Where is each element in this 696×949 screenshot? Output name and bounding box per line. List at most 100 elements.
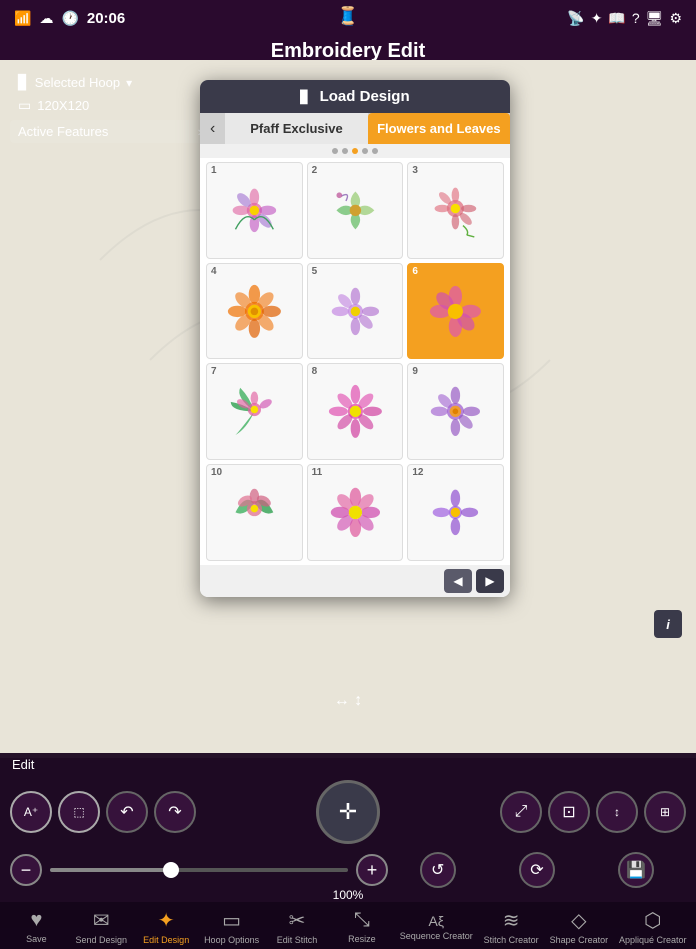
zoom-slider[interactable] xyxy=(50,868,348,872)
save-position-btn[interactable]: 💾 xyxy=(618,852,654,888)
nav-applique-creator[interactable]: ⬡ Appliqué Creator xyxy=(619,908,687,945)
undo-btn[interactable]: ↶ xyxy=(106,791,148,833)
nav-edit-stitch-label: Edit Stitch xyxy=(277,935,318,945)
status-left: 📶 ☁ 🕐 20:06 xyxy=(14,10,125,27)
design-cell-11[interactable]: 11 xyxy=(307,464,404,561)
nav-stitch-creator[interactable]: ≋ Stitch Creator xyxy=(484,908,539,945)
select-btn[interactable]: ⬚ xyxy=(58,791,100,833)
cell-number-12: 12 xyxy=(412,467,423,478)
modal-prev-page[interactable]: ◀ xyxy=(444,569,472,593)
tab-flowers-leaves[interactable]: Flowers and Leaves xyxy=(368,113,510,144)
flower-11-svg xyxy=(327,484,384,541)
flower-4-svg xyxy=(226,283,283,340)
cloud-icon: ☁ xyxy=(39,10,53,27)
nav-save[interactable]: ♥ Save xyxy=(9,909,63,944)
save-pos-icon: 💾 xyxy=(626,860,646,880)
flip-h-icon: ↺ xyxy=(431,860,444,880)
rotate-btn[interactable]: ↕ xyxy=(596,791,638,833)
toolbar-section-right: ⤢ ⊡ ↕ ⊞ xyxy=(500,791,686,833)
cell-number-10: 10 xyxy=(211,467,222,478)
nav-save-label: Save xyxy=(26,934,47,944)
modal-nav: ◀ ▶ xyxy=(200,565,510,597)
design-cell-2[interactable]: 2 xyxy=(307,162,404,259)
prev-tab-arrow[interactable]: ‹ xyxy=(200,113,225,144)
zoom-in-btn[interactable]: + xyxy=(356,854,388,886)
flower-5-svg xyxy=(327,283,384,340)
design-grid: 1 2 xyxy=(200,158,510,565)
design-cell-8[interactable]: 8 xyxy=(307,363,404,460)
nav-shape-creator[interactable]: ◇ Shape Creator xyxy=(550,908,609,945)
nav-send-label: Send Design xyxy=(76,935,128,945)
nav-hoop-options[interactable]: ▭ Hoop Options xyxy=(204,908,259,945)
load-design-modal: ▊ Load Design ‹ Pfaff Exclusive Flowers … xyxy=(200,80,510,597)
design-cell-9[interactable]: 9 xyxy=(407,363,504,460)
design-cell-4[interactable]: 4 xyxy=(206,263,303,360)
flower-3-svg xyxy=(427,182,484,239)
bars-icon: ▊ xyxy=(18,74,29,91)
nav-edit-label: Edit Design xyxy=(143,935,189,945)
active-features-row[interactable]: Active Features › xyxy=(10,120,210,143)
joystick-icon: ✛ xyxy=(339,799,357,825)
selected-hoop-row[interactable]: ▊ Selected Hoop ▾ xyxy=(10,70,210,95)
select-icon: ⬚ xyxy=(73,805,84,819)
selected-hoop-label: Selected Hoop xyxy=(35,75,120,90)
grid-btn[interactable]: ⊞ xyxy=(644,791,686,833)
design-cell-12[interactable]: 12 xyxy=(407,464,504,561)
nav-send-design[interactable]: ✉ Send Design xyxy=(74,908,128,945)
edit-label: Edit xyxy=(0,753,696,776)
zoom-out-icon: − xyxy=(21,860,32,881)
sewing-icon: 🧵 xyxy=(337,6,359,26)
cell-number-3: 3 xyxy=(412,165,418,176)
resize-icon: ⤡ xyxy=(354,909,370,932)
status-right: 📡 ✦ 📖 ? 🖥 ⚙ xyxy=(567,10,682,27)
cell-number-6: 6 xyxy=(412,266,418,277)
nav-sequence-creator[interactable]: Aξ Sequence Creator xyxy=(400,913,473,941)
undo-icon: ↶ xyxy=(120,802,133,822)
bluetooth-icon: ✦ xyxy=(591,10,603,27)
flip-v-icon: ⟳ xyxy=(530,860,543,880)
flip-v-btn[interactable]: ⟳ xyxy=(519,852,555,888)
tab-pfaff-exclusive[interactable]: Pfaff Exclusive xyxy=(225,113,367,144)
flower-7-svg xyxy=(226,383,283,440)
design-cell-5[interactable]: 5 xyxy=(307,263,404,360)
move-arrows-bar: ↔ ↕ xyxy=(334,692,362,710)
screen-icon: 🖥 xyxy=(646,10,664,27)
design-cell-7[interactable]: 7 xyxy=(206,363,303,460)
cell-number-5: 5 xyxy=(312,266,318,277)
select-all-btn[interactable]: A⁺ xyxy=(10,791,52,833)
bottom-nav: ♥ Save ✉ Send Design ✦ Edit Design ▭ Hoo… xyxy=(0,902,696,949)
redo-btn[interactable]: ↷ xyxy=(154,791,196,833)
active-features-label: Active Features xyxy=(18,124,108,139)
info-button[interactable]: i xyxy=(654,610,682,638)
flower-12-svg xyxy=(427,484,484,541)
hoop-size: 120X120 xyxy=(37,98,89,113)
joystick-btn[interactable]: ✛ xyxy=(316,780,380,844)
modal-title: Load Design xyxy=(320,88,410,105)
move-btn[interactable]: ⤢ xyxy=(500,791,542,833)
edit-stitch-icon: ✂ xyxy=(289,908,306,933)
modal-tabs: ‹ Pfaff Exclusive Flowers and Leaves xyxy=(200,113,510,144)
nav-edit-stitch[interactable]: ✂ Edit Stitch xyxy=(270,908,324,945)
design-cell-6[interactable]: 6 xyxy=(407,263,504,360)
flip-h-btn[interactable]: ↺ xyxy=(420,852,456,888)
nav-sequence-label: Sequence Creator xyxy=(400,931,473,941)
modal-header: ▊ Load Design xyxy=(200,80,510,113)
design-cell-1[interactable]: 1 xyxy=(206,162,303,259)
design-cell-10[interactable]: 10 xyxy=(206,464,303,561)
shape-creator-icon: ◇ xyxy=(571,908,586,933)
rotate-icon: ↕ xyxy=(614,805,620,819)
nav-shape-label: Shape Creator xyxy=(550,935,609,945)
cell-number-4: 4 xyxy=(211,266,217,277)
nav-resize[interactable]: ⤡ Resize xyxy=(335,909,389,944)
toolbar-section-left: A⁺ ⬚ ↶ ↷ xyxy=(10,791,196,833)
tab-dots xyxy=(200,144,510,158)
design-cell-3[interactable]: 3 xyxy=(407,162,504,259)
modal-next-page[interactable]: ▶ xyxy=(476,569,504,593)
zoom-handle xyxy=(163,862,179,878)
status-bar: 📶 ☁ 🕐 20:06 🧵 📡 ✦ 📖 ? 🖥 ⚙ xyxy=(0,0,696,36)
zoom-out-btn[interactable]: − xyxy=(10,854,42,886)
crop-btn[interactable]: ⊡ xyxy=(548,791,590,833)
tab-dot-4 xyxy=(362,148,368,154)
nav-edit-design[interactable]: ✦ Edit Design xyxy=(139,908,193,945)
grid-icon: ⊞ xyxy=(660,805,670,819)
